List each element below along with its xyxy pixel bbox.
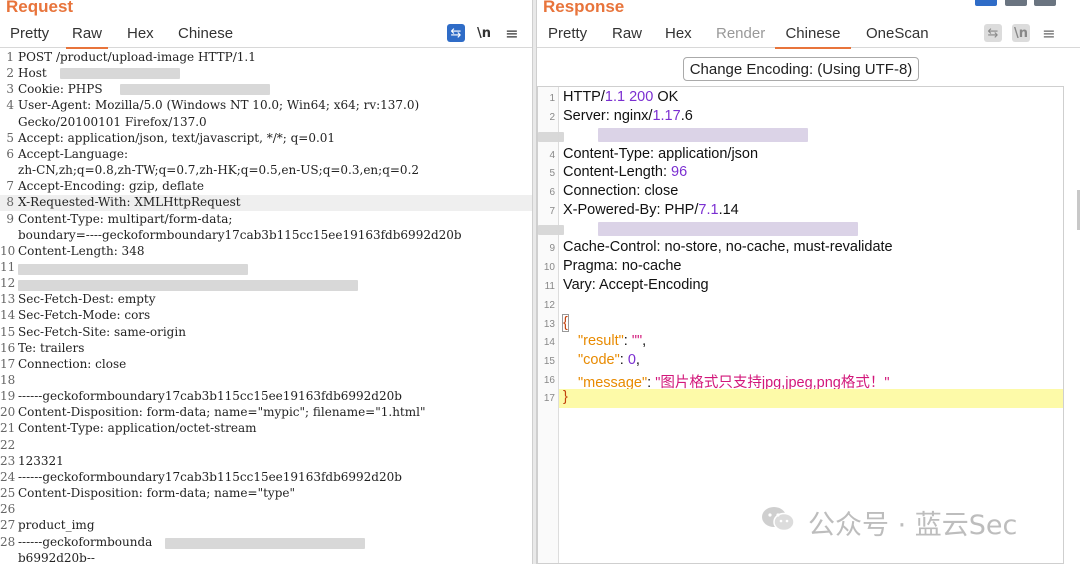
- response-editor[interactable]: 1 HTTP/1.1 200 OK 2 Server: nginx/1.17.6 4…: [537, 86, 1064, 564]
- redacted-region: [598, 128, 808, 142]
- redacted-region: [598, 222, 858, 236]
- response-line: 16 "message": "图片格式只支持jpg,jpeg,png格式！": [543, 375, 890, 391]
- request-line: 25 Content-Disposition: form-data; name="…: [0, 486, 296, 501]
- response-line: 17}: [544, 389, 1063, 408]
- request-line: 21 Content-Type: application/octet-stream: [0, 421, 257, 436]
- request-line: 23 123321: [0, 453, 64, 468]
- layout-horizontal-icon[interactable]: [1005, 0, 1027, 6]
- response-line: 2 Server: nginx/1.17.6: [549, 108, 693, 124]
- response-line: 12: [543, 300, 555, 311]
- request-line: Gecko/20100101 Firefox/137.0: [18, 114, 207, 129]
- request-line: 24 ------geckoformboundary17cab3b115cc15e…: [0, 469, 402, 484]
- tab-hex[interactable]: Hex: [127, 25, 154, 47]
- response-line: 4 Content-Type: application/json: [549, 146, 759, 162]
- response-line: 5 Content-Length: 96: [549, 164, 688, 180]
- tab-onescan[interactable]: OneScan: [866, 25, 929, 47]
- response-pane: Response Pretty Raw Hex Render Chinese O…: [537, 0, 1080, 564]
- tab-pretty[interactable]: Pretty: [10, 25, 49, 47]
- redacted-region: [60, 68, 180, 79]
- request-line: 19 ------geckoformboundary17cab3b115cc15e…: [0, 389, 402, 404]
- request-line: 27 product_img: [0, 518, 95, 533]
- request-editor[interactable]: 1 POST /product/upload-image HTTP/1.1 2 Hos…: [0, 50, 532, 564]
- request-line: 15 Sec-Fetch-Site: same-origin: [0, 324, 186, 339]
- wrap-lines-icon[interactable]: ⇆: [447, 24, 465, 42]
- redacted-region: [538, 132, 564, 142]
- request-line: 10 Content-Length: 348: [0, 243, 145, 258]
- request-line: 16 Te: trailers: [0, 340, 85, 355]
- response-line: 15 "code": 0,: [543, 352, 640, 368]
- request-line: b6992d20b--: [18, 550, 95, 564]
- request-line: 17 Connection: close: [0, 356, 127, 371]
- layout-split-icon[interactable]: [975, 0, 997, 6]
- request-line: 13 Sec-Fetch-Dest: empty: [0, 292, 156, 307]
- newline-icon[interactable]: \n: [1012, 24, 1030, 42]
- request-line: 26: [0, 502, 16, 517]
- response-line: 13{: [543, 314, 569, 332]
- tab-chinese[interactable]: Chinese: [775, 25, 851, 49]
- request-line: 4 User-Agent: Mozilla/5.0 (Windows NT 10.…: [6, 98, 420, 113]
- menu-icon[interactable]: ≡: [503, 24, 521, 43]
- tab-pretty[interactable]: Pretty: [548, 25, 587, 47]
- layout-vertical-icon[interactable]: [1034, 0, 1056, 6]
- request-title: Request: [6, 0, 74, 16]
- request-line: 1 POST /product/upload-image HTTP/1.1: [6, 50, 256, 64]
- tab-chinese[interactable]: Chinese: [178, 25, 233, 47]
- request-line: boundary=----geckoformboundary17cab3b115…: [18, 227, 462, 242]
- response-line: 9 Cache-Control: no-store, no-cache, must…: [549, 239, 893, 255]
- response-line: 1 HTTP/1.1 200 OK: [549, 89, 679, 105]
- response-line: 10 Pragma: no-cache: [543, 258, 682, 274]
- request-pane: Request Pretty Raw Hex Chinese ⇆ \n ≡ 1P…: [0, 0, 532, 564]
- tab-hex[interactable]: Hex: [665, 25, 692, 47]
- redacted-region: [120, 84, 270, 95]
- tab-render[interactable]: Render: [716, 25, 765, 47]
- request-line: 6 Accept-Language:: [6, 146, 129, 161]
- response-title: Response: [543, 0, 625, 16]
- request-line: zh-CN,zh;q=0.8,zh-TW;q=0.7,zh-HK;q=0.5,e…: [18, 163, 420, 178]
- redacted-region: [538, 225, 564, 235]
- request-line: 5 Accept: application/json, text/javascri…: [6, 130, 336, 145]
- wrap-lines-icon[interactable]: ⇆: [984, 24, 1002, 42]
- response-line: 11 Vary: Accept-Encoding: [544, 277, 709, 293]
- request-line: 14 Sec-Fetch-Mode: cors: [0, 308, 151, 323]
- wechat-icon: [762, 507, 795, 532]
- watermark-text: 公众号 · 蓝云Sec: [808, 510, 1018, 541]
- tab-raw[interactable]: Raw: [66, 25, 108, 49]
- request-line: 22: [0, 437, 16, 452]
- response-line: 14 "result": "",: [543, 333, 647, 349]
- request-line: 8 X-Requested-With: XMLHttpRequest: [0, 195, 532, 212]
- redacted-region: [18, 280, 358, 291]
- newline-icon[interactable]: \n: [475, 24, 493, 42]
- response-line: 6 Connection: close: [549, 183, 679, 199]
- tab-raw[interactable]: Raw: [612, 25, 642, 47]
- request-line: 9 Content-Type: multipart/form-data;: [6, 211, 233, 226]
- request-line: 7 Accept-Encoding: gzip, deflate: [6, 179, 205, 194]
- redacted-region: [18, 264, 248, 275]
- request-line: 20 Content-Disposition: form-data; name="…: [0, 405, 426, 420]
- menu-icon[interactable]: ≡: [1040, 24, 1058, 43]
- redacted-region: [165, 538, 365, 549]
- change-encoding-button[interactable]: Change Encoding: (Using UTF-8): [683, 57, 919, 81]
- response-line: 7 X-Powered-By: PHP/7.1.14: [549, 202, 739, 218]
- request-line: 18: [0, 373, 16, 387]
